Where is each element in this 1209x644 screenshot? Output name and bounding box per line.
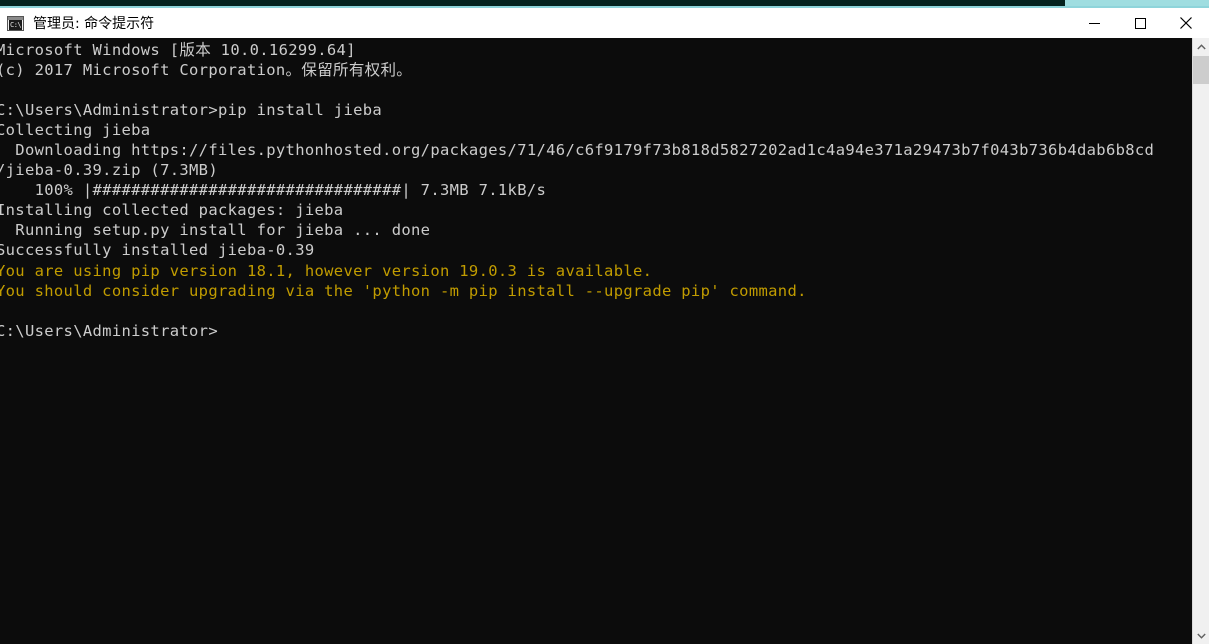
close-button[interactable] <box>1163 8 1209 38</box>
scroll-up-button[interactable] <box>1193 38 1209 55</box>
console-window-icon: C:\ <box>7 15 24 31</box>
scroll-down-button[interactable] <box>1193 627 1209 644</box>
console-line: Microsoft Windows [版本 10.0.16299.64] <box>0 41 356 59</box>
maximize-icon <box>1134 17 1146 29</box>
console-line: You should consider upgrading via the 'p… <box>0 281 807 300</box>
vertical-scrollbar[interactable] <box>1192 38 1209 644</box>
close-icon <box>1180 17 1192 29</box>
window-controls <box>1071 8 1209 38</box>
scrollbar-track[interactable] <box>1193 84 1209 627</box>
console-line: 100% |################################| … <box>0 181 547 200</box>
window-title: 管理员: 命令提示符 <box>33 16 155 32</box>
console-output-area[interactable]: Microsoft Windows [版本 10.0.16299.64] (c) … <box>0 38 1209 644</box>
console-line: /jieba-0.39.zip (7.3MB) <box>0 161 218 180</box>
console-icon-glyph: C:\ <box>9 19 22 30</box>
console-line: You are using pip version 18.1, however … <box>0 261 653 280</box>
scrollbar-thumb[interactable] <box>1193 56 1209 84</box>
title-bar[interactable]: C:\ 管理员: 命令提示符 <box>0 8 1209 38</box>
console-text: Microsoft Windows [版本 10.0.16299.64] (c) … <box>0 40 1196 341</box>
console-line: C:\Users\Administrator> <box>0 321 218 340</box>
chevron-up-icon <box>1197 43 1206 49</box>
console-line: Installing collected packages: jieba <box>0 201 344 220</box>
minimize-icon <box>1088 22 1100 24</box>
console-line: Successfully installed jieba-0.39 <box>0 241 315 260</box>
console-line: (c) 2017 Microsoft Corporation。保留所有权利。 <box>0 61 413 80</box>
console-line: Running setup.py install for jieba ... d… <box>0 221 431 240</box>
console-line: C:\Users\Administrator>pip install jieba <box>0 101 383 120</box>
console-line: Collecting jieba <box>0 121 151 140</box>
maximize-button[interactable] <box>1117 8 1163 38</box>
minimize-button[interactable] <box>1071 8 1117 38</box>
console-line: Downloading https://files.pythonhosted.o… <box>0 141 1155 160</box>
chevron-down-icon <box>1197 633 1206 639</box>
command-prompt-window: C:\ 管理员: 命令提示符 Microsoft Windows [版本 10.… <box>0 0 1209 644</box>
